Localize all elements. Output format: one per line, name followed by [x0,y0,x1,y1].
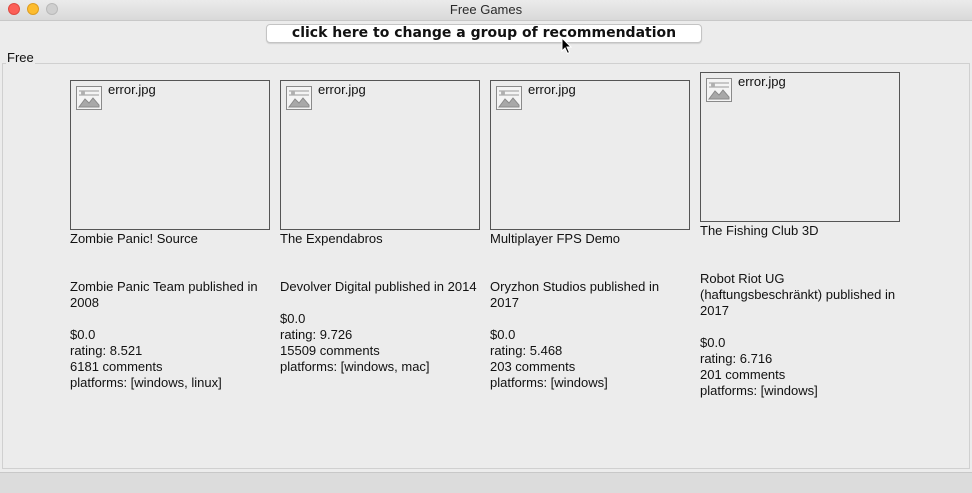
game-publisher: Oryzhon Studios published in 2017 [490,279,660,310]
game-card: error.jpg Zombie Panic! Source Zombie Pa… [70,80,270,391]
game-image: error.jpg [70,80,270,230]
image-error-text: error.jpg [318,82,366,97]
game-title: The Expendabros [280,231,383,246]
game-card: error.jpg Multiplayer FPS Demo Oryzhon S… [490,80,690,391]
image-error-text: error.jpg [738,74,786,89]
game-platforms: platforms: [windows] [700,383,818,398]
game-price: $0.0 [490,327,516,342]
title-bar: Free Games [0,0,972,21]
game-card: error.jpg The Expendabros Devolver Digit… [280,80,480,375]
game-title: Multiplayer FPS Demo [490,231,621,246]
broken-image-icon [76,86,102,110]
image-error-text: error.jpg [528,82,576,97]
game-comments: 203 comments [490,359,576,374]
game-rating: rating: 9.726 [280,327,353,342]
game-title: The Fishing Club 3D [700,223,819,238]
game-comments: 6181 comments [70,359,163,374]
window-bottom-bar [0,472,972,493]
game-card: error.jpg The Fishing Club 3D Robot Riot… [700,72,900,399]
game-rating: rating: 5.468 [490,343,563,358]
game-rating: rating: 6.716 [700,351,773,366]
game-comments: 15509 comments [280,343,380,358]
window-title: Free Games [449,2,523,17]
mouse-cursor-icon [561,37,573,55]
broken-image-icon [286,86,312,110]
image-error-text: error.jpg [108,82,156,97]
broken-image-icon [496,86,522,110]
game-image: error.jpg [490,80,690,230]
game-platforms: platforms: [windows, mac] [280,359,430,374]
game-price: $0.0 [70,327,96,342]
game-platforms: platforms: [windows] [490,375,608,390]
game-price: $0.0 [700,335,726,350]
change-group-button[interactable]: click here to change a group of recommen… [266,24,702,43]
game-price: $0.0 [280,311,306,326]
game-comments: 201 comments [700,367,786,382]
game-image: error.jpg [700,72,900,222]
game-platforms: platforms: [windows, linux] [70,375,222,390]
group-label: Free [6,50,35,65]
game-image: error.jpg [280,80,480,230]
game-title: Zombie Panic! Source [70,231,198,246]
game-publisher: Zombie Panic Team published in 2008 [70,279,258,310]
broken-image-icon [706,78,732,102]
game-publisher: Robot Riot UG (haftungsbeschränkt) publi… [700,271,896,318]
game-rating: rating: 8.521 [70,343,143,358]
game-publisher: Devolver Digital published in 2014 [280,279,477,294]
